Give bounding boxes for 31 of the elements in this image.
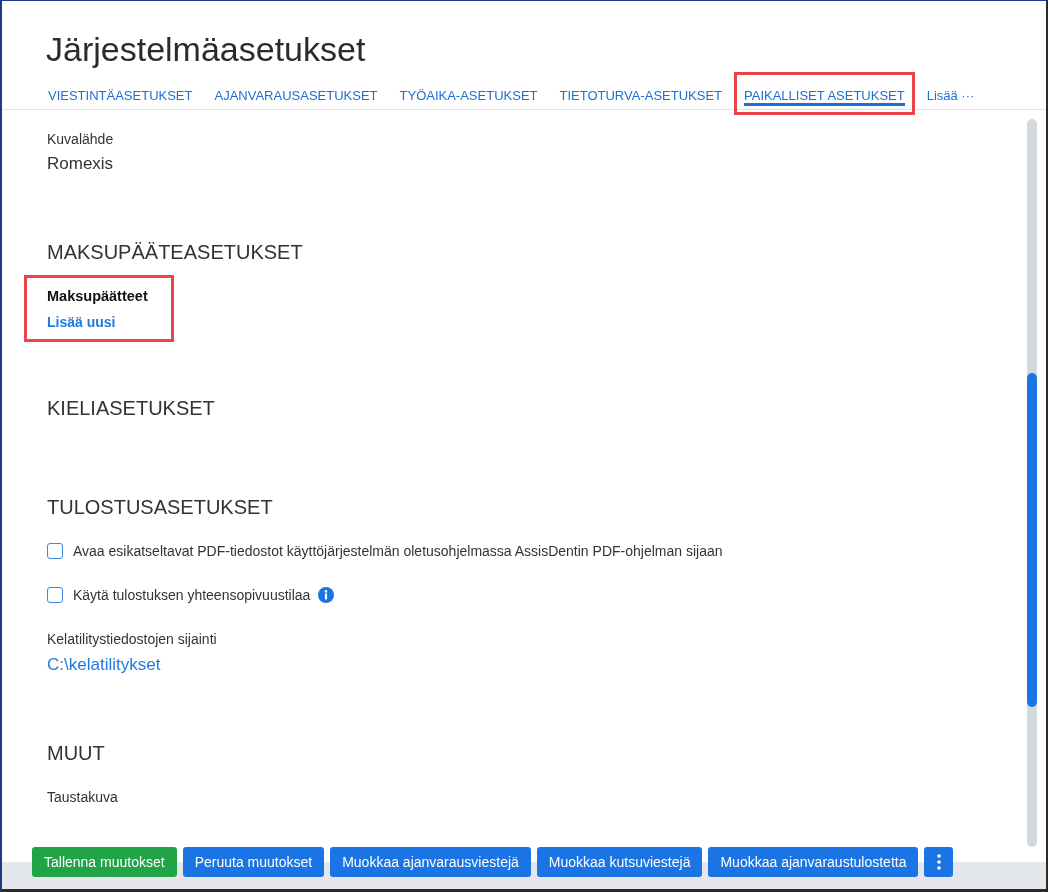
scrollbar-thumb[interactable] — [1027, 373, 1037, 707]
section-heading: MUUT — [47, 741, 105, 766]
more-tabs-link[interactable]: Lisää ··· — [915, 89, 975, 109]
tab[interactable]: TYÖAIKA-ASETUKSET — [388, 78, 549, 109]
field-label: Kuvalähde — [47, 130, 114, 149]
more-actions-button[interactable] — [924, 847, 954, 877]
tab[interactable]: TIETOTURVA-ASETUKSET — [548, 78, 734, 109]
action-button[interactable]: Muokkaa ajanvaraustulostetta — [708, 847, 919, 877]
tab[interactable]: VIESTINTÄASETUKSET — [37, 78, 204, 109]
field-value: Romexis — [47, 153, 114, 175]
section-heading: KIELIASETUKSET — [47, 396, 215, 421]
tab[interactable]: PAIKALLISET ASETUKSET — [733, 78, 916, 109]
add-new-link[interactable]: Lisää uusi — [47, 312, 116, 332]
checkbox-label: Käytä tulostuksen yhteensopivuustilaa — [73, 586, 311, 605]
field-label: Maksupäätteet — [47, 287, 148, 306]
tab[interactable]: AJANVARAUSASETUKSET — [203, 78, 389, 109]
folder-path-link[interactable]: C:\kelatilitykset — [47, 653, 161, 677]
action-button[interactable]: Peruuta muutokset — [182, 847, 325, 877]
checkbox-label: Avaa esikatseltavat PDF-tiedostot käyttöjärjestelmän oletusohjelmassa AssisDentin PDF-ohjelman sijaan — [73, 542, 723, 561]
action-button[interactable]: Tallenna muutokset — [32, 847, 177, 877]
checkbox[interactable] — [47, 587, 63, 603]
action-button[interactable]: Muokkaa kutsuviestejä — [536, 847, 703, 877]
checkbox[interactable] — [47, 543, 63, 559]
section-heading: TULOSTUSASETUKSET — [47, 495, 273, 520]
info-icon[interactable] — [318, 587, 335, 603]
vertical-dots-icon — [936, 854, 941, 870]
section-heading: MAKSUPÄÄTEASETUKSET — [47, 240, 303, 265]
field-label: Kelatilitystiedostojen sijainti — [47, 630, 217, 649]
field-label: Taustakuva — [47, 788, 118, 807]
page-title: Järjestelmäasetukset — [46, 29, 366, 69]
action-button[interactable]: Muokkaa ajanvarausviestejä — [330, 847, 531, 877]
